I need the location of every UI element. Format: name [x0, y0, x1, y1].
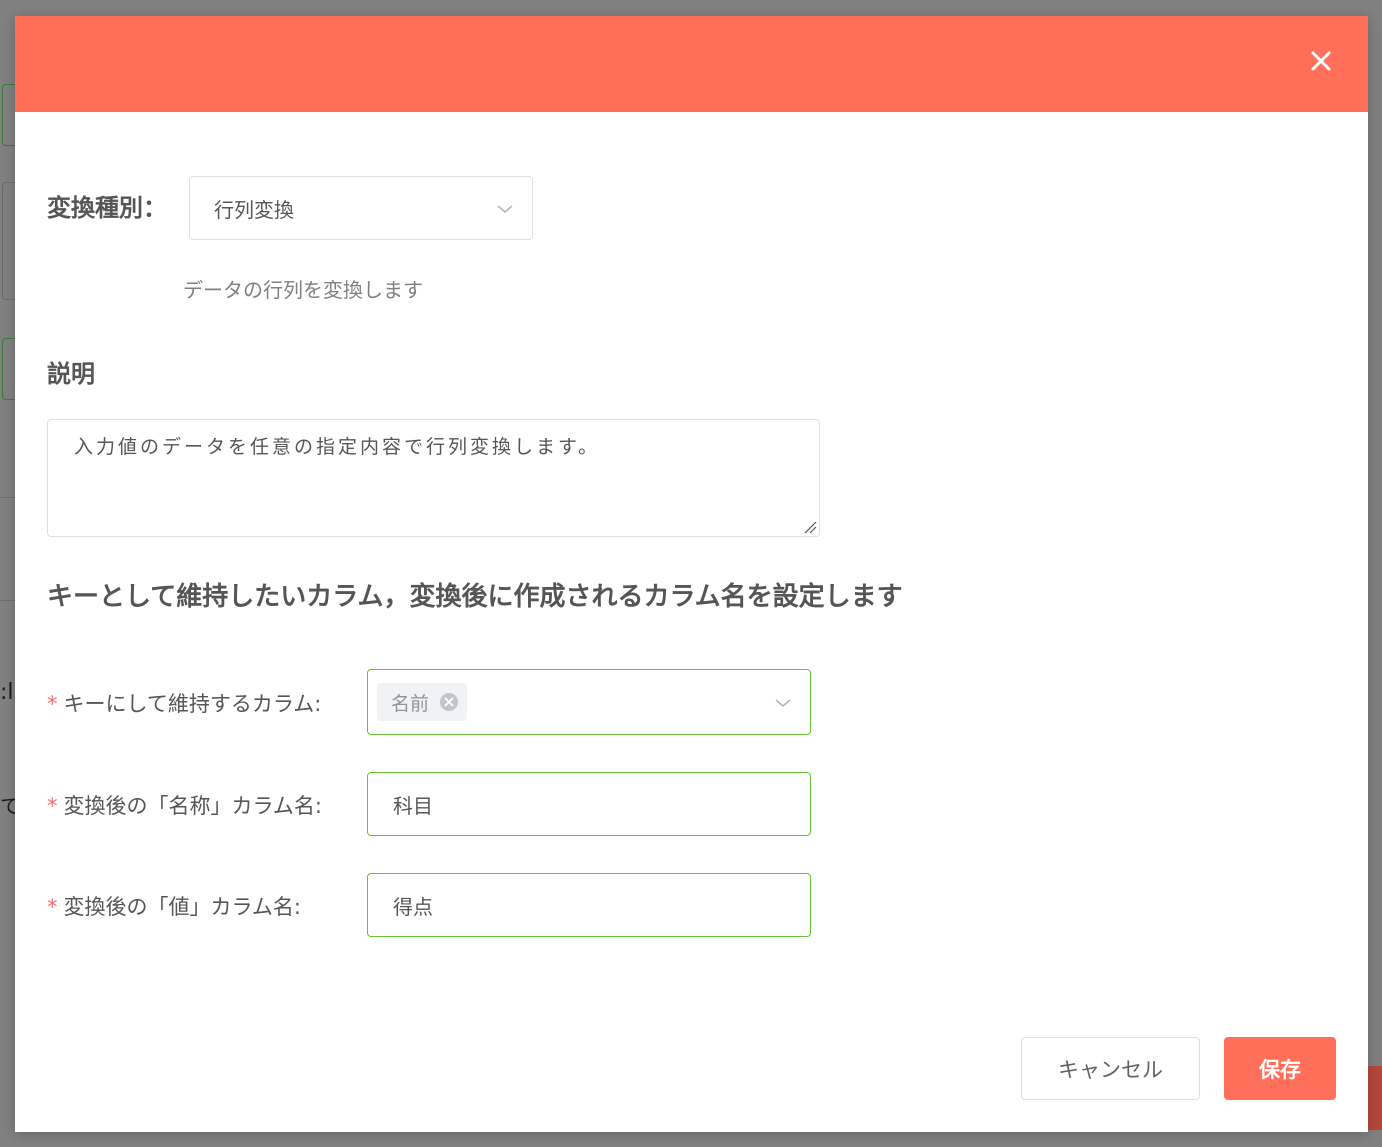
close-icon[interactable] — [1308, 48, 1334, 74]
background-button-fragment — [1368, 1066, 1382, 1130]
value-column-input[interactable]: 得点 — [367, 873, 811, 937]
chevron-down-icon — [496, 203, 514, 215]
name-column-input[interactable]: 科目 — [367, 772, 811, 836]
background-divider — [0, 497, 15, 498]
key-column-label: * キーにして維持するカラム: — [47, 688, 321, 718]
key-column-label-text: キーにして維持するカラム: — [63, 692, 322, 716]
value-column-label-text: 変換後の「値」カラム名: — [63, 895, 301, 919]
tag-remove-icon[interactable] — [439, 692, 459, 712]
value-column-label: * 変換後の「値」カラム名: — [47, 891, 301, 921]
transform-dialog: 変換種別： 行列変換 データの行列を変換します 説明 入力値のデータを任意の指定… — [15, 16, 1368, 1132]
value-column-value: 得点 — [393, 895, 433, 919]
name-column-label-text: 変換後の「名称」カラム名: — [63, 794, 322, 818]
resize-handle-icon[interactable] — [801, 518, 817, 534]
transform-type-value: 行列変換 — [214, 198, 294, 222]
name-column-value: 科目 — [393, 794, 433, 818]
selected-tag: 名前 — [377, 683, 468, 721]
required-mark: * — [47, 895, 58, 919]
background-divider — [0, 600, 15, 601]
description-text: 入力値のデータを任意の指定内容で行列変換します。 — [74, 436, 601, 458]
cancel-button[interactable]: キャンセル — [1021, 1037, 1200, 1100]
required-mark: * — [47, 692, 58, 716]
chevron-down-icon — [774, 697, 792, 709]
tag-label: 名前 — [391, 692, 430, 715]
transform-type-label: 変換種別： — [47, 194, 167, 222]
description-label: 説明 — [47, 360, 95, 388]
required-mark: * — [47, 794, 58, 818]
key-column-select[interactable]: 名前 — [367, 669, 811, 735]
background-text-fragment: :l — [0, 680, 14, 705]
transform-type-select[interactable]: 行列変換 — [189, 176, 533, 240]
transform-type-description: データの行列を変換します — [183, 278, 423, 302]
column-settings-heading: キーとして維持したいカラム，変換後に作成されるカラム名を設定します — [47, 582, 903, 612]
name-column-label: * 変換後の「名称」カラム名: — [47, 790, 322, 820]
description-textarea[interactable]: 入力値のデータを任意の指定内容で行列変換します。 — [47, 419, 820, 537]
save-button[interactable]: 保存 — [1224, 1037, 1336, 1100]
dialog-header — [15, 16, 1368, 112]
